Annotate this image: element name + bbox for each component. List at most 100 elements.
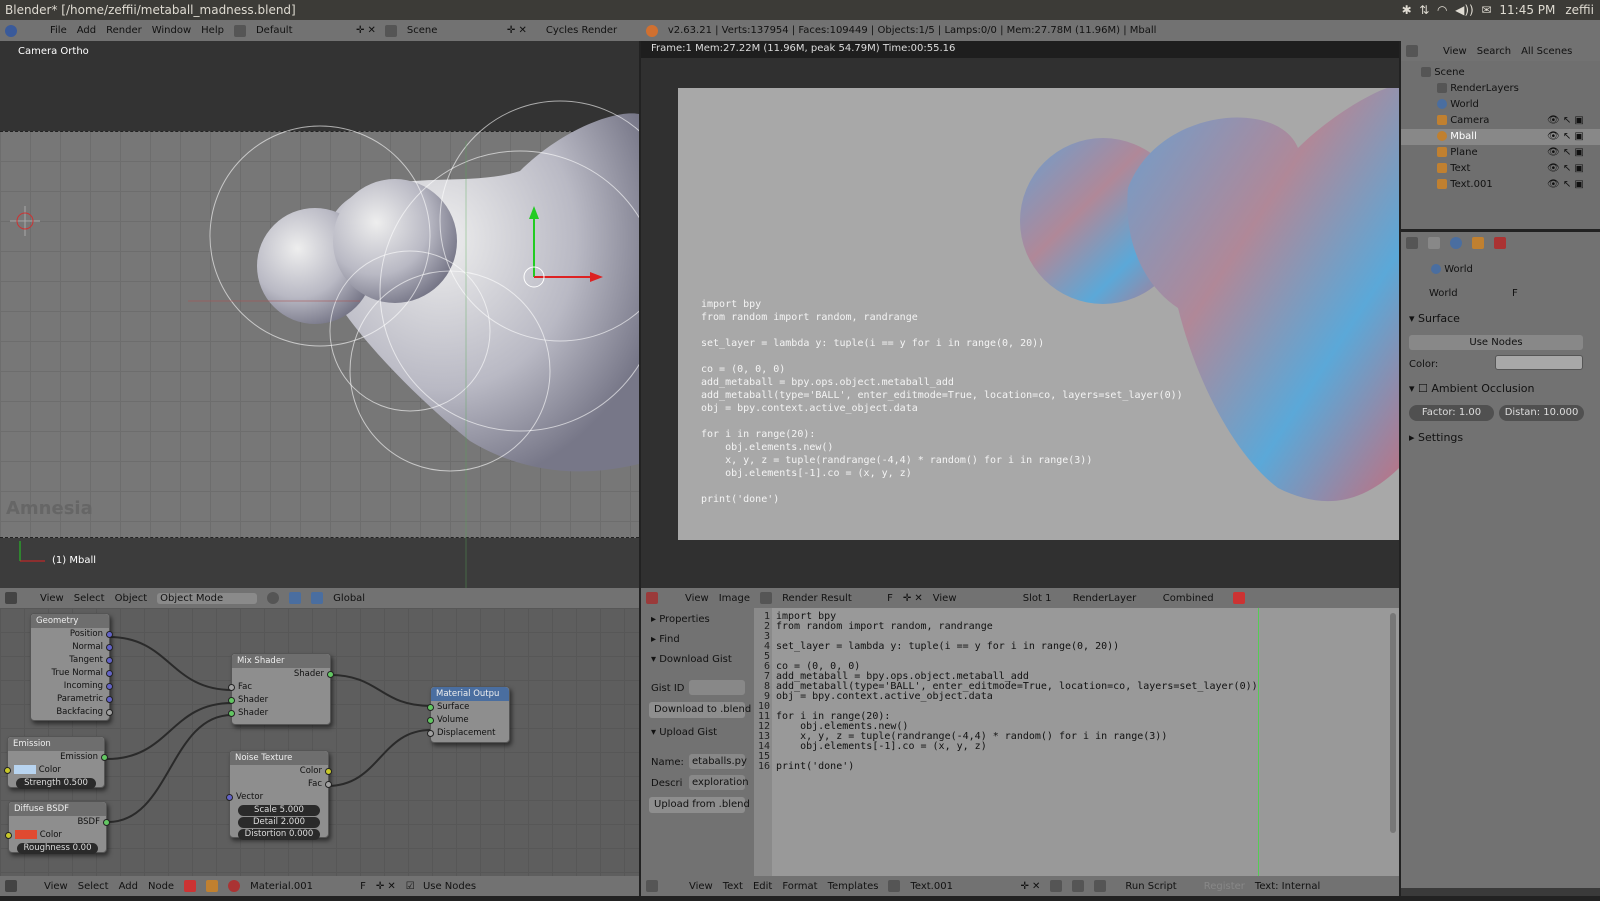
- outliner-menu-search[interactable]: Search: [1477, 46, 1511, 57]
- shader-tree-icon[interactable]: [184, 880, 197, 892]
- outliner-item-mball[interactable]: Mball 👁 ↖ ▣: [1401, 129, 1600, 145]
- text-menu-text[interactable]: Text: [723, 881, 743, 892]
- text-scrollbar[interactable]: [1390, 613, 1396, 833]
- socket-normal[interactable]: Normal: [31, 641, 113, 654]
- word-wrap-toggle-icon[interactable]: [1072, 880, 1085, 892]
- float-socket[interactable]: [106, 709, 113, 716]
- vector-socket[interactable]: [106, 670, 113, 677]
- manipulator-icon[interactable]: [311, 592, 324, 604]
- area-divider-horizontal[interactable]: [1401, 229, 1600, 232]
- outliner-item-plane[interactable]: Plane 👁 ↖ ▣: [1401, 145, 1600, 161]
- download-button[interactable]: Download to .blend: [649, 702, 751, 718]
- socket-tangent[interactable]: Tangent: [31, 654, 113, 667]
- fake-user-toggle[interactable]: F: [360, 881, 366, 892]
- visibility-icons[interactable]: 👁 ↖ ▣: [1547, 113, 1584, 129]
- socket-position[interactable]: Position: [31, 628, 113, 641]
- outliner[interactable]: Scene RenderLayers World Camera 👁 ↖ ▣ Mba…: [1401, 61, 1600, 229]
- engine-select[interactable]: Cycles Render: [546, 25, 636, 36]
- vector-socket[interactable]: [106, 657, 113, 664]
- socket-bsdf[interactable]: BSDF: [9, 816, 110, 829]
- shading-icon[interactable]: [267, 592, 280, 604]
- image-editor-icon[interactable]: [646, 592, 658, 604]
- outliner-item-renderlayers[interactable]: RenderLayers: [1401, 81, 1600, 97]
- image-menu-image[interactable]: Image: [719, 593, 750, 604]
- text-menu-view[interactable]: View: [689, 881, 713, 892]
- color-swatch[interactable]: [15, 830, 37, 839]
- menu-file[interactable]: File: [50, 25, 67, 36]
- register-checkbox[interactable]: Register: [1204, 881, 1245, 892]
- channels-icon[interactable]: [1232, 592, 1245, 604]
- orientation-select[interactable]: Global: [333, 593, 393, 604]
- shader-socket[interactable]: [327, 671, 334, 678]
- view-select[interactable]: View: [933, 593, 1013, 604]
- node-editor-icon[interactable]: [5, 880, 17, 892]
- float-socket[interactable]: [325, 781, 332, 788]
- socket-displacement[interactable]: Displacement: [427, 727, 509, 740]
- viewport-menu-object[interactable]: Object: [115, 593, 148, 604]
- gist-id-field[interactable]: [689, 680, 745, 695]
- world-color-swatch[interactable]: [1495, 355, 1583, 370]
- tray-icons[interactable]: ✱ ⇅ ◠ ◀)) ✉: [1402, 3, 1492, 17]
- 3d-viewport[interactable]: Camera Ortho Amnesia (1) Mball: [0, 41, 639, 588]
- shader-socket[interactable]: [101, 754, 108, 761]
- user-menu[interactable]: zeffii: [1565, 3, 1594, 17]
- upload-button[interactable]: Upload from .blend: [649, 797, 750, 813]
- vector-socket[interactable]: [106, 631, 113, 638]
- socket-backfacing[interactable]: Backfacing: [31, 706, 113, 719]
- surface-panel-header[interactable]: ▾ Surface: [1409, 312, 1460, 325]
- menu-window[interactable]: Window: [152, 25, 191, 36]
- mix-shader-node[interactable]: Mix Shader Shader Fac Shader Shader: [228, 653, 334, 725]
- node-menu-node[interactable]: Node: [148, 881, 174, 892]
- distortion-field[interactable]: Distortion 0.000: [238, 829, 320, 840]
- code-content[interactable]: import bpy from random import random, ran…: [776, 612, 1258, 772]
- render-tab-icon[interactable]: [1428, 237, 1440, 249]
- settings-panel-header[interactable]: ▸ Settings: [1409, 431, 1463, 444]
- text-editor-icon[interactable]: [646, 880, 658, 892]
- viewport-menu-select[interactable]: Select: [74, 593, 105, 604]
- socket-emission[interactable]: Emission: [8, 751, 108, 764]
- color-swatch[interactable]: [14, 765, 36, 774]
- gist-description-field[interactable]: exploration: [689, 775, 749, 790]
- material-name[interactable]: Material.001: [250, 881, 350, 892]
- use-nodes-checkbox[interactable]: ☑ Use Nodes: [406, 881, 481, 892]
- info-icon[interactable]: [5, 24, 17, 37]
- emission-node[interactable]: Emission Emission Color Strength 0.500: [4, 736, 108, 789]
- image-editor[interactable]: import bpy from random import random, ran…: [641, 58, 1399, 588]
- shader-socket[interactable]: [228, 697, 235, 704]
- scene-name[interactable]: Scene: [407, 25, 497, 36]
- run-script-button[interactable]: Run Script: [1125, 881, 1176, 892]
- layer-select[interactable]: RenderLayer: [1073, 593, 1153, 604]
- shader-socket[interactable]: [427, 704, 434, 711]
- socket-shader-in[interactable]: Shader: [228, 707, 330, 720]
- pass-select[interactable]: Combined: [1163, 593, 1223, 604]
- outliner-item-world[interactable]: World: [1401, 97, 1600, 113]
- color-socket[interactable]: [325, 768, 332, 775]
- socket-shader-out[interactable]: Shader: [232, 668, 334, 681]
- world-tab-icon[interactable]: [1450, 237, 1462, 249]
- strength-field[interactable]: Strength 0.500: [16, 778, 96, 789]
- pivot-icon[interactable]: [289, 592, 302, 604]
- color-socket[interactable]: [5, 832, 12, 839]
- line-numbers-toggle-icon[interactable]: [1050, 880, 1063, 892]
- visibility-icons[interactable]: 👁 ↖ ▣: [1547, 129, 1584, 145]
- properties-icon[interactable]: [1406, 237, 1418, 249]
- ao-distance-field[interactable]: Distan: 10.000: [1499, 405, 1584, 421]
- text-menu-format[interactable]: Format: [782, 881, 817, 892]
- text-editor[interactable]: 1 2 3 4 5 6 7 8 9 10 11 12 13 14 15 16 i…: [754, 608, 1399, 876]
- mode-select[interactable]: Object Mode: [157, 592, 258, 604]
- object-tab-icon[interactable]: [1472, 237, 1484, 249]
- socket-fac[interactable]: Fac: [228, 681, 330, 694]
- image-name-field[interactable]: Render Result: [782, 593, 877, 604]
- socket-true-normal[interactable]: True Normal: [31, 667, 113, 680]
- world-name-field[interactable]: World: [1429, 288, 1458, 299]
- node-menu-view[interactable]: View: [44, 881, 68, 892]
- geometry-node[interactable]: Geometry Position Normal Tangent True No…: [30, 613, 113, 721]
- outliner-icon[interactable]: [1406, 45, 1418, 57]
- add-scene-icon[interactable]: ✛ ✕: [507, 25, 527, 36]
- socket-vector[interactable]: Vector: [226, 791, 328, 804]
- vector-socket[interactable]: [106, 644, 113, 651]
- slot-select[interactable]: Slot 1: [1023, 593, 1063, 604]
- roughness-field[interactable]: Roughness 0.00: [17, 843, 98, 854]
- text-add-icon[interactable]: ✛ ✕: [1020, 881, 1040, 892]
- scale-field[interactable]: Scale 5.000: [238, 805, 320, 816]
